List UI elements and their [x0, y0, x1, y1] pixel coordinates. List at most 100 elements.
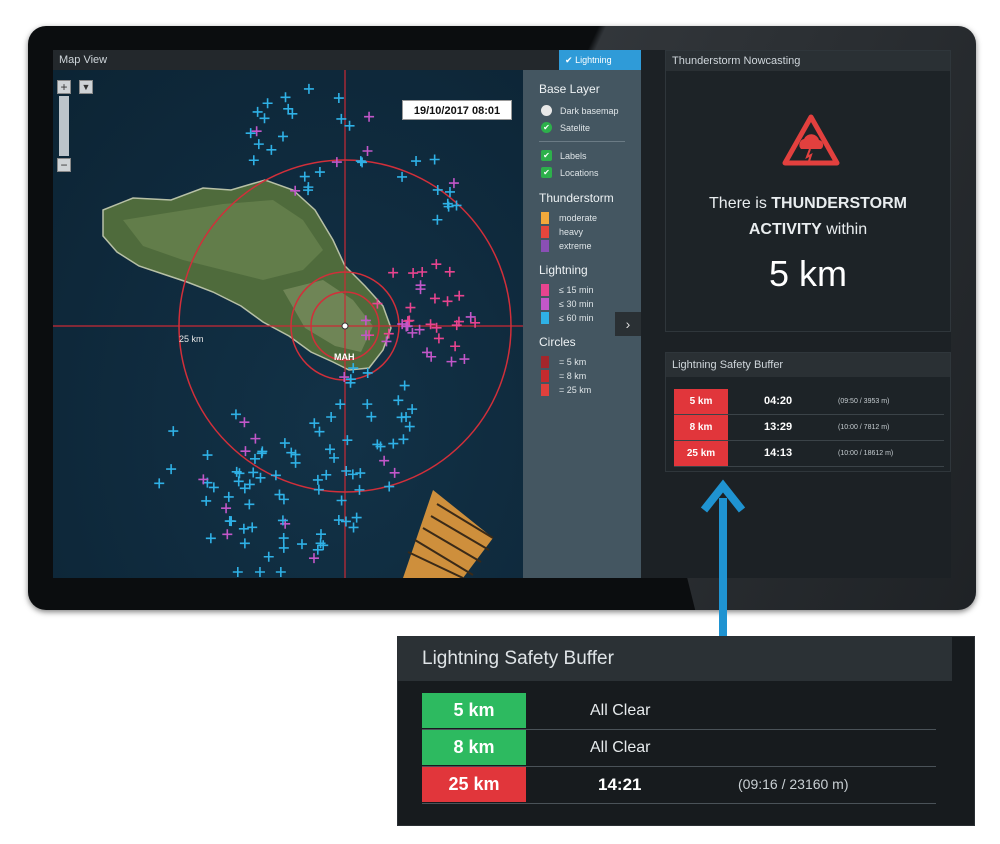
lightning-strike-mark — [278, 533, 289, 544]
lightning-strike-mark — [277, 131, 288, 142]
lightning-strike-mark — [384, 481, 395, 492]
lightning-strike-mark — [257, 446, 268, 457]
lightning-strike-mark — [407, 404, 418, 415]
lightning-strike-mark — [404, 421, 415, 432]
buffer-distance: 5 km — [674, 389, 728, 414]
base-layer-dark[interactable]: Dark basemap — [533, 102, 631, 119]
buffer-time: 04:20 — [764, 395, 793, 407]
legend-lightning-15: ≤ 15 min — [533, 283, 631, 297]
lightning-strike-mark — [275, 567, 286, 577]
check-icon: ✔ — [565, 55, 573, 65]
nowcasting-message: There is THUNDERSTORM ACTIVITY within — [666, 191, 950, 243]
legend-item-label: ≤ 60 min — [559, 313, 594, 323]
lightning-strike-mark — [450, 341, 461, 352]
lightning-strike-mark — [402, 321, 413, 332]
base-layer-satellite[interactable]: ✔ Satelite — [533, 119, 631, 136]
lightning-layer-toggle[interactable]: ✔ Lightning — [559, 50, 641, 70]
lightning-toggle-label: Lightning — [575, 55, 612, 65]
inset-time: 14:21 — [598, 775, 642, 794]
thunderstorm-nowcasting-panel: Thunderstorm Nowcasting There is THUNDER… — [665, 50, 951, 332]
lightning-strike-mark — [362, 145, 373, 156]
legend-circle-5km: = 5 km — [533, 355, 631, 369]
overlay-labels[interactable]: ✔ Labels — [533, 147, 631, 164]
lightning-strike-mark — [278, 494, 289, 505]
lightning-strike-mark — [274, 489, 285, 500]
map-panel: Map View ✔ Lightning 25 km MAH 19/10/201… — [53, 50, 641, 578]
lightning-strike-mark — [364, 111, 375, 122]
lightning-strike-mark — [253, 139, 264, 150]
zoom-in-button[interactable]: + — [57, 80, 71, 94]
lightning-strike-mark — [329, 452, 340, 463]
thunderstorm-warning-triangle-icon — [782, 114, 840, 166]
lightning-strike-mark — [340, 516, 351, 527]
lightning-strike-mark — [399, 380, 410, 391]
message-suffix: within — [826, 221, 868, 238]
lightning-strike-mark — [318, 540, 329, 551]
lightning-strike-mark — [454, 290, 465, 301]
lightning-strike-mark — [224, 516, 235, 527]
lightning-strike-mark — [355, 156, 366, 167]
lightning-strike-mark — [278, 542, 289, 553]
legend-item-label: ≤ 15 min — [559, 285, 594, 295]
color-swatch — [541, 284, 549, 296]
lightning-strike-mark — [432, 214, 443, 225]
map-canvas[interactable]: 25 km MAH 19/10/2017 08:01 — [53, 70, 523, 578]
lightning-strike-mark — [398, 434, 409, 445]
buffer-distance: 8 km — [674, 415, 728, 440]
buffer-detail: (10:00 / 7812 m) — [838, 424, 890, 431]
lightning-strike-mark — [296, 539, 307, 550]
chevron-right-icon: › — [625, 316, 631, 332]
table-row: 5 km All Clear — [422, 693, 936, 730]
inset-table: 5 km All Clear 8 km All Clear 25 km 14:2… — [422, 693, 936, 804]
buffer-time: 14:13 — [764, 447, 793, 459]
safety-buffer-zoom-inset: Lightning Safety Buffer 5 km All Clear 8… — [397, 636, 975, 826]
zoom-control: + − — [57, 80, 71, 172]
lightning-strike-mark — [299, 171, 310, 182]
lightning-strike-mark — [417, 266, 428, 277]
lightning-strike-mark — [303, 83, 314, 94]
location-marker — [341, 322, 349, 330]
legend-item-label: moderate — [559, 213, 598, 223]
overlay-locations-label: Locations — [560, 167, 599, 178]
inset-title: Lightning Safety Buffer — [398, 637, 952, 681]
lightning-strike-mark — [444, 266, 455, 277]
lightning-strike-mark — [408, 268, 419, 279]
lightning-strike-mark — [397, 171, 408, 182]
lightning-strike-mark — [239, 538, 250, 549]
lightning-strike-mark — [442, 296, 453, 307]
legend-collapse-button[interactable]: › — [615, 312, 641, 336]
legend-item-label: heavy — [559, 227, 584, 237]
checkbox-icon: ✔ — [541, 150, 552, 161]
lightning-strike-mark — [314, 426, 325, 437]
color-swatch — [541, 384, 549, 396]
lightning-strike-mark — [232, 567, 243, 577]
zoom-slider[interactable] — [59, 96, 69, 156]
lightning-strike-mark — [389, 467, 400, 478]
overlay-locations[interactable]: ✔ Locations — [533, 164, 631, 181]
message-bold-2: ACTIVITY — [748, 221, 822, 238]
lightning-strike-mark — [168, 426, 179, 437]
lightning-strike-mark — [223, 491, 234, 502]
legend-item-label: ≤ 30 min — [559, 299, 594, 309]
lightning-strike-mark — [366, 411, 377, 422]
lightning-strike-mark — [446, 356, 457, 367]
filter-button[interactable]: ▼ — [79, 80, 93, 94]
thunderstorm-cell — [403, 490, 494, 578]
checked-radio-icon: ✔ — [541, 122, 552, 133]
lightning-strike-mark — [262, 98, 273, 109]
inset-detail: (09:16 / 23160 m) — [738, 776, 849, 792]
lightning-strike-mark — [388, 438, 399, 449]
lightning-strike-mark — [314, 167, 325, 178]
legend-item-label: = 5 km — [559, 357, 587, 367]
color-swatch — [541, 212, 549, 224]
legend-thunderstorm-title: Thunderstorm — [539, 191, 614, 205]
buffer-detail: (09:50 / 3953 m) — [838, 398, 890, 405]
lightning-strike-mark — [201, 495, 212, 506]
lightning-strike-mark — [240, 446, 251, 457]
table-row: 25 km 14:13 (10:00 / 18612 m) — [674, 441, 944, 467]
up-arrow-icon — [700, 479, 746, 646]
lightning-strike-mark — [251, 126, 262, 137]
zoom-out-button[interactable]: − — [57, 158, 71, 172]
lightning-strike-mark — [429, 154, 440, 165]
map-svg — [53, 70, 523, 578]
